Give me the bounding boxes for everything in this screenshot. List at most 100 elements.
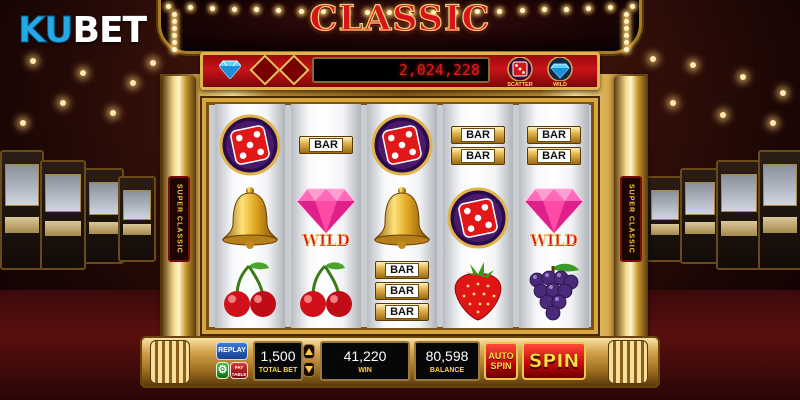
background-slot-machine bbox=[758, 150, 800, 270]
bar-plate: BAR bbox=[375, 303, 429, 321]
cherry-icon bbox=[224, 262, 276, 317]
paytable-button[interactable]: PAY TABLE bbox=[230, 362, 248, 379]
background-slot-machine bbox=[646, 176, 684, 262]
ceiling-light bbox=[150, 60, 156, 66]
bar-symbol-cell: BAR BAR bbox=[519, 108, 589, 182]
marquee-bulb bbox=[166, 4, 171, 9]
marquee-bulb bbox=[172, 40, 177, 45]
paytable-label: PAY TABLE bbox=[231, 365, 247, 377]
bar-symbol: BAR BAR bbox=[527, 125, 581, 165]
logo-text-bet: BET bbox=[72, 9, 148, 51]
bar-text: BAR bbox=[385, 305, 419, 319]
ceiling-light bbox=[60, 100, 66, 106]
auto-spin-button[interactable]: AUTO SPIN bbox=[484, 342, 518, 380]
gear-icon: ⚙ bbox=[217, 364, 228, 376]
marquee-bulb bbox=[563, 6, 569, 12]
bet-decrease-button[interactable] bbox=[303, 362, 315, 377]
bar-symbol: BAR bbox=[299, 136, 353, 154]
reel-1 bbox=[215, 104, 285, 328]
balance-value: 80,598 bbox=[425, 348, 469, 364]
marquee-bulb bbox=[172, 47, 177, 52]
diamond-icon bbox=[296, 188, 356, 235]
background-slot-machine bbox=[40, 160, 86, 270]
bar-plate: BAR bbox=[527, 146, 581, 165]
bar-symbol-cell: BAR BAR bbox=[443, 108, 513, 182]
marquee-bulb bbox=[519, 8, 525, 14]
background-slot-machine bbox=[0, 150, 44, 270]
bell-icon bbox=[221, 187, 279, 249]
dice-icon bbox=[447, 187, 509, 249]
grapes-symbol bbox=[519, 254, 589, 328]
background-slot-machine bbox=[716, 160, 762, 270]
wild-label: WILD bbox=[552, 82, 568, 88]
marquee-bulb bbox=[607, 4, 613, 10]
marquee-bulb bbox=[172, 19, 177, 24]
spin-label: SPIN bbox=[528, 350, 580, 373]
ceiling-light bbox=[650, 56, 656, 62]
win-display: 41,220 WIN bbox=[320, 341, 410, 381]
marquee-bulb bbox=[624, 12, 629, 17]
bar-text: BAR bbox=[461, 127, 495, 142]
bar-text: BAR bbox=[385, 263, 419, 277]
replay-button[interactable]: REPLAY bbox=[216, 342, 248, 360]
dice-symbol bbox=[367, 108, 437, 182]
marquee-bulb bbox=[172, 12, 177, 17]
reel-3: BAR BAR BAR bbox=[367, 104, 437, 328]
ceiling-light bbox=[770, 120, 776, 126]
balance-label: BALANCE bbox=[429, 367, 465, 374]
total-bet-value: 1,500 bbox=[260, 348, 296, 364]
bell-symbol bbox=[215, 181, 285, 255]
bar-plate: BAR bbox=[451, 125, 505, 144]
ceiling-light bbox=[720, 112, 726, 118]
blue-diamond-icon bbox=[547, 56, 573, 82]
ceiling-light bbox=[110, 110, 116, 116]
marquee-bulb bbox=[188, 4, 194, 10]
bar-text: BAR bbox=[309, 138, 343, 152]
logo-text-ku: KU bbox=[18, 9, 74, 51]
bar-text: BAR bbox=[537, 148, 571, 163]
wild-text: WILD bbox=[302, 231, 350, 250]
dice-symbol bbox=[215, 108, 285, 182]
bar-text: BAR bbox=[461, 148, 495, 163]
bar-text: BAR bbox=[537, 127, 571, 142]
bar-text: BAR bbox=[385, 284, 419, 298]
bar-symbol: BAR BAR bbox=[451, 125, 505, 165]
dice-icon bbox=[371, 114, 433, 176]
panel-decoration bbox=[608, 340, 648, 384]
auto-spin-line2: SPIN bbox=[490, 361, 512, 371]
scatter-indicator: SCATTER bbox=[505, 56, 535, 88]
auto-spin-line1: AUTO bbox=[488, 351, 514, 361]
reel-2: BAR WILD bbox=[291, 104, 361, 328]
wild-symbol: WILD bbox=[291, 181, 361, 255]
bar-symbol: BAR BAR BAR bbox=[375, 261, 429, 321]
background-slot-machine bbox=[680, 168, 720, 264]
spin-button[interactable]: SPIN bbox=[522, 342, 586, 380]
replay-label: REPLAY bbox=[218, 347, 246, 354]
marquee-bulb bbox=[210, 5, 216, 11]
bar-symbol-cell: BAR BAR BAR bbox=[367, 254, 437, 328]
balance-display: 80,598 BALANCE bbox=[414, 341, 480, 381]
ceiling-light bbox=[20, 120, 26, 126]
bar-plate: BAR bbox=[451, 146, 505, 165]
settings-button[interactable]: ⚙ bbox=[216, 362, 229, 379]
bell-icon bbox=[373, 187, 431, 249]
bar-symbol-cell: BAR bbox=[291, 108, 361, 182]
marquee-bulb bbox=[232, 6, 238, 12]
casino-scene: KU BET CLASSIC 2,024,228 SCATTER WILD SUP… bbox=[0, 0, 800, 400]
marquee-bulb bbox=[624, 26, 629, 31]
blue-diamond-icon bbox=[219, 60, 241, 79]
bar-plate: BAR bbox=[375, 261, 429, 279]
game-title: CLASSIC bbox=[309, 0, 491, 40]
reel-4: BAR BAR bbox=[443, 104, 513, 328]
bar-plate: BAR bbox=[527, 125, 581, 144]
right-pillar: SUPER CLASSIC bbox=[614, 76, 648, 348]
marquee-bulb bbox=[585, 5, 591, 11]
marquee-bulb bbox=[624, 40, 629, 45]
ceiling-light bbox=[30, 58, 36, 64]
reel-5: BAR BAR WILD bbox=[519, 104, 589, 328]
wild-text: WILD bbox=[530, 231, 578, 250]
marquee-bulb bbox=[172, 33, 177, 38]
bet-increase-button[interactable] bbox=[303, 344, 315, 359]
marquee-bulb bbox=[630, 4, 635, 9]
strawberry-symbol bbox=[443, 254, 513, 328]
